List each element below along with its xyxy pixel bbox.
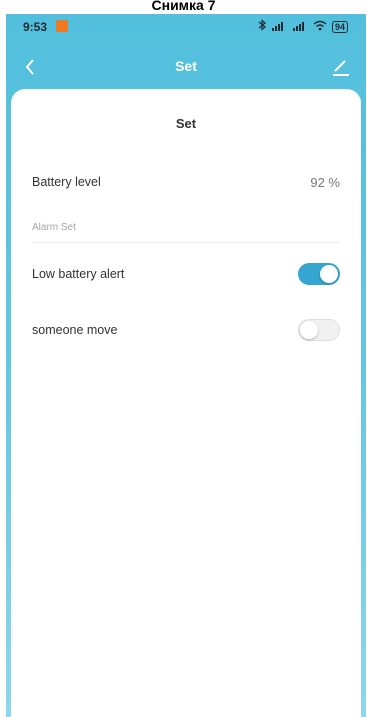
someone-move-row: someone move <box>32 315 340 345</box>
battery-icon: 94 <box>331 20 348 33</box>
status-icons: 94 <box>258 19 348 34</box>
battery-level-label: Battery level <box>32 175 101 189</box>
someone-move-label: someone move <box>32 323 118 337</box>
wifi-icon <box>313 20 327 34</box>
toggle-knob <box>300 321 318 339</box>
nav-title: Set <box>175 58 197 74</box>
settings-card: Set Battery level 92 % Alarm Set Low bat… <box>11 89 361 717</box>
edit-pencil-icon <box>333 60 349 76</box>
low-battery-row: Low battery alert <box>32 259 340 289</box>
someone-move-toggle[interactable] <box>298 319 340 341</box>
battery-level-value: 92 % <box>310 174 340 190</box>
nav-bar: Set <box>6 50 366 90</box>
signal-icon <box>271 20 287 34</box>
edit-button[interactable] <box>330 56 352 78</box>
bluetooth-icon <box>258 19 266 34</box>
low-battery-label: Low battery alert <box>32 267 125 281</box>
status-bar: 9:53 94 <box>6 14 366 40</box>
screenshot-caption: Снимка 7 <box>0 0 367 14</box>
notification-icon <box>56 20 68 32</box>
status-time: 9:53 <box>23 20 48 34</box>
signal-icon-2 <box>292 20 308 34</box>
low-battery-toggle[interactable] <box>298 263 340 285</box>
toggle-knob <box>320 265 338 283</box>
battery-level-row: Battery level 92 % <box>32 167 340 197</box>
card-title: Set <box>175 116 197 131</box>
app-screen: 9:53 94 Set Set Battery level 92 % Alarm… <box>6 14 366 717</box>
divider <box>32 242 340 243</box>
alarm-set-header: Alarm Set <box>32 222 76 233</box>
